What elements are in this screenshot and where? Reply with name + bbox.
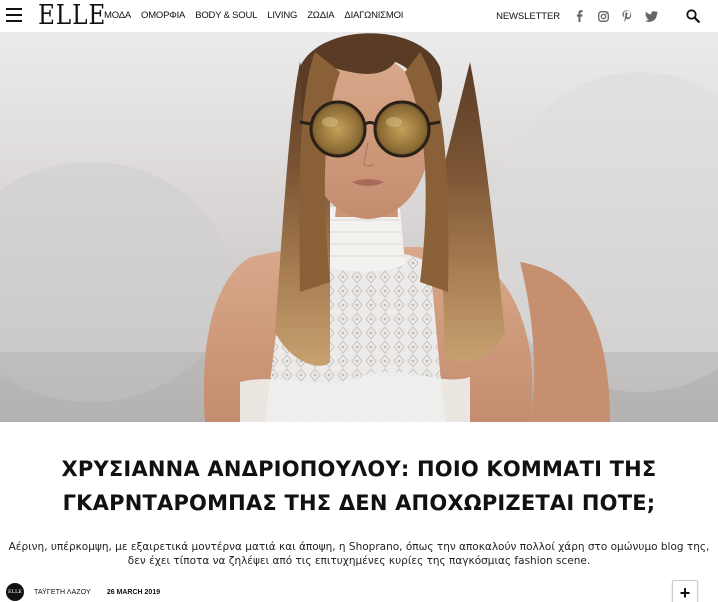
- plus-icon[interactable]: +: [672, 580, 698, 602]
- article-lead-line1: Αέρινη, υπέρκομψη, με εξαιρετικά μοντέρν…: [8, 541, 710, 553]
- instagram-icon[interactable]: [596, 9, 610, 23]
- nav-item-body-soul[interactable]: BODY & SOUL: [195, 10, 257, 21]
- nav-item-diagonismoi[interactable]: ΔΙΑΓΩΝΙΣΜΟΙ: [344, 10, 403, 21]
- article-title: ΧΡΥΣΙΑΝΝΑ ΑΝΔΡΙΟΠΟΥΛΟΥ: ΠΟΙΟ ΚΟΜΜΑΤΙ ΤΗΣ…: [0, 452, 718, 520]
- twitter-icon[interactable]: [644, 9, 658, 23]
- main-nav: ΜΟΔΑ ΟΜΟΡΦΙΑ BODY & SOUL LIVING ΖΩΔΙΑ ΔΙ…: [104, 10, 413, 21]
- article-lead: Αέρινη, υπέρκομψη, με εξαιρετικά μοντέρν…: [0, 540, 718, 568]
- article-title-line1: ΧΡΥΣΙΑΝΝΑ ΑΝΔΡΙΟΠΟΥΛΟΥ: ΠΟΙΟ ΚΟΜΜΑΤΙ ΤΗΣ: [61, 457, 657, 481]
- hero-image[interactable]: [0, 32, 718, 422]
- menu-icon[interactable]: [6, 8, 22, 22]
- site-header: ELLE ΜΟΔΑ ΟΜΟΡΦΙΑ BODY & SOUL LIVING ΖΩΔ…: [0, 0, 718, 32]
- nav-item-living[interactable]: LIVING: [267, 10, 297, 21]
- pinterest-icon[interactable]: [620, 9, 634, 23]
- search-icon[interactable]: [686, 9, 700, 23]
- nav-item-moda[interactable]: ΜΟΔΑ: [104, 10, 131, 21]
- header-right: NEWSLETTER: [496, 0, 718, 32]
- newsletter-link[interactable]: NEWSLETTER: [496, 11, 560, 22]
- publish-date: 26 MARCH 2019: [106, 588, 161, 596]
- nav-item-omorfia[interactable]: ΟΜΟΡΦΙΑ: [141, 10, 185, 21]
- facebook-icon[interactable]: [572, 9, 586, 23]
- article-lead-line2: δεν έχει τίποτα να ζηλέψει από τις επιτυ…: [127, 555, 591, 567]
- hero-photo: [0, 32, 718, 422]
- elle-logo[interactable]: ELLE: [38, 2, 106, 30]
- author-avatar[interactable]: ELLE: [6, 583, 24, 601]
- social-links: [572, 9, 658, 23]
- author-name[interactable]: ΤΑΫΓΕΤΗ ΛΑΖΟΥ: [34, 589, 91, 596]
- article-title-line2: ΓΚΑΡΝΤΑΡΟΜΠΑΣ ΤΗΣ ΔΕΝ ΑΠΟΧΩΡΙΖΕΤΑΙ ΠΟΤΕ;: [62, 491, 656, 515]
- nav-item-zodia[interactable]: ΖΩΔΙΑ: [307, 10, 334, 21]
- article-meta: ELLE ΤΑΫΓΕΤΗ ΛΑΖΟΥ 26 MARCH 2019: [6, 583, 160, 601]
